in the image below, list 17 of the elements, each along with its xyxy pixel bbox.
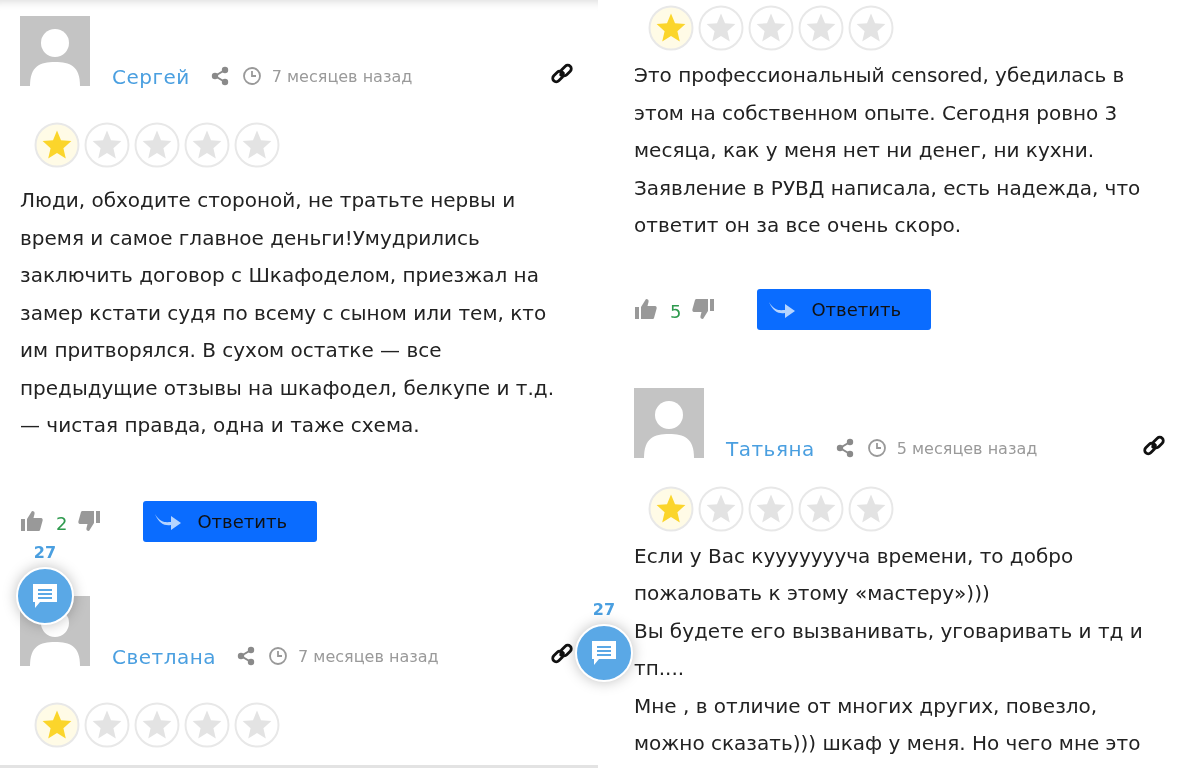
post-time: 5 месяцев назад <box>896 438 1038 458</box>
review-text: Мне , в отличие от многих других, повезло, можно сказать))) шкаф у меня. Но чего мне это <box>634 692 1142 757</box>
like-count: 2 <box>56 512 68 534</box>
review-text: Вы будете его вызванивать, уговаривать и тд и тп.... <box>634 617 1144 682</box>
review-text: Если у Вас куууууууча времени, то добро пожаловать к этому «мастеру»))) <box>634 542 1075 607</box>
review-text: Люди, обходите стороной, не тратьте нервы и время и самое главное деньги!Умудрились заключить договор с Шкафоделом, приезжал на замер кстати судя по всему с сыном или тем, кто им притворялся. В сухом остатке — все предыдущие отзывы на шкафодел, белкупе и т.д. — чистая правда, одна и таже схема. <box>20 187 556 439</box>
post-time: 7 месяцев назад <box>298 646 439 666</box>
comment-count: 27 <box>592 600 616 620</box>
author-name[interactable]: Светлана <box>112 644 217 669</box>
author-name[interactable]: Татьяна <box>726 436 815 461</box>
like-count: 5 <box>670 300 682 322</box>
review-text: Это профессиональный censored, убедилась в этом на собственном опыте. Сегодня ровно 3 месяца, как у меня нет ни денег, ни кухни. Заявление в РУВД написала, есть надежда, что ответит он за все очень скоро. <box>634 62 1142 239</box>
post-time: 7 месяцев назад <box>271 67 413 86</box>
author-name[interactable]: Сергей <box>112 65 190 89</box>
reply-button[interactable]: Ответить <box>757 288 932 330</box>
comment-count: 27 <box>33 543 57 563</box>
reply-button[interactable]: Ответить <box>143 500 318 542</box>
